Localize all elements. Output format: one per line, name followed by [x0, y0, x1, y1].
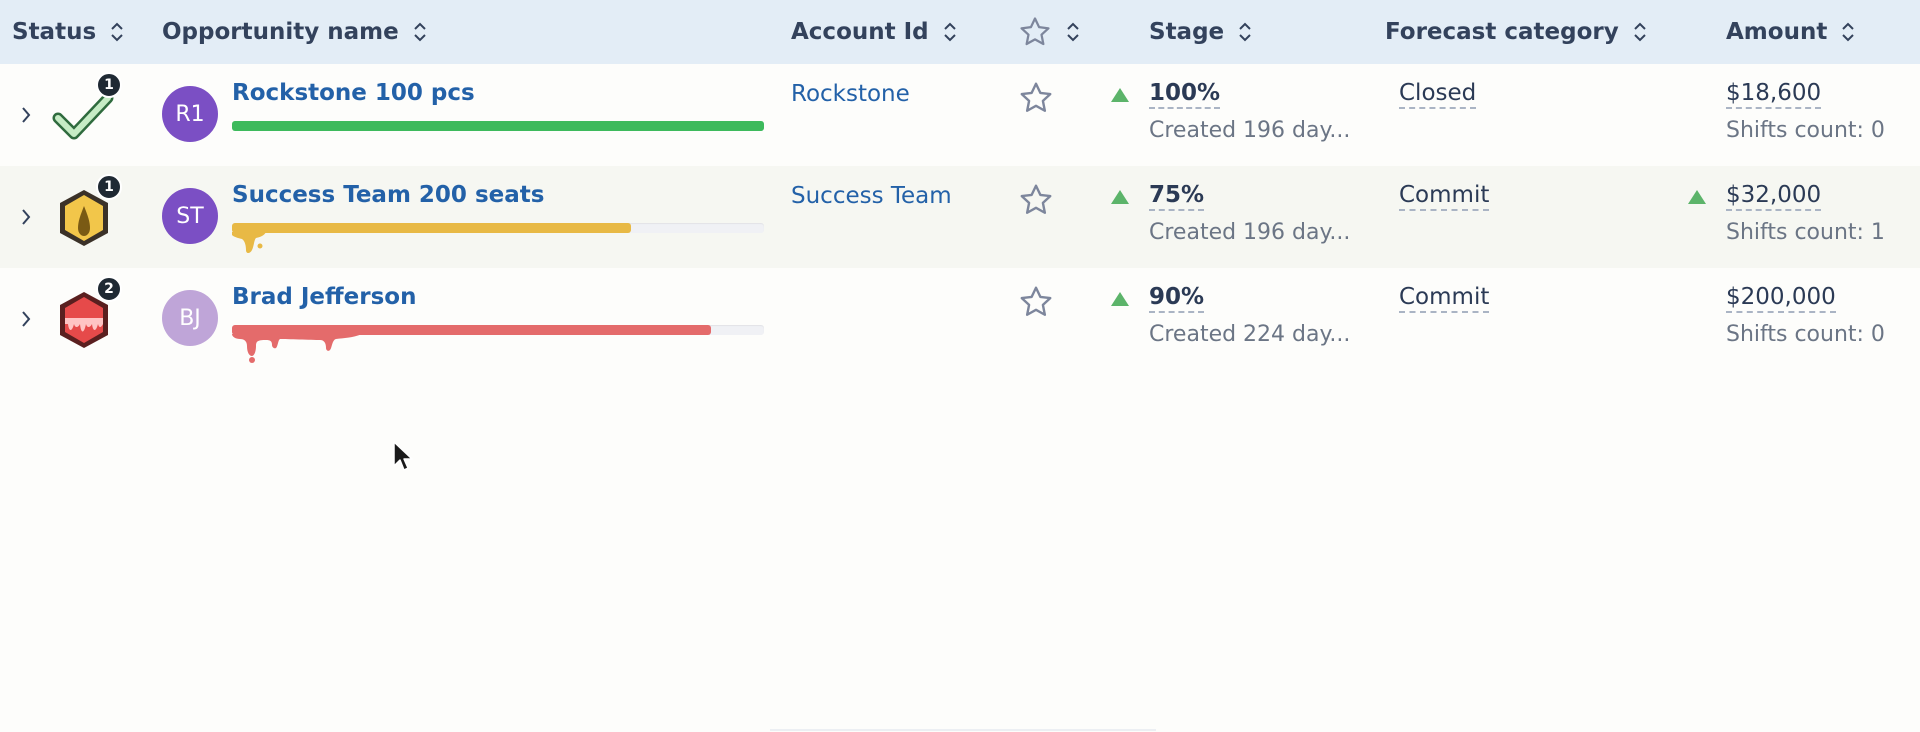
column-header-opportunity-name[interactable]: Opportunity name [162, 0, 427, 64]
chevron-right-icon[interactable] [18, 308, 34, 330]
forecast-category-value[interactable]: Commit [1399, 182, 1490, 211]
stage-value[interactable]: 100% [1149, 80, 1221, 109]
account-link[interactable]: Rockstone [791, 81, 910, 107]
status-count-badge: 1 [96, 72, 122, 98]
opportunities-grid: Status Opportunity name Account Id Stage [0, 0, 1920, 732]
column-header-favorite[interactable] [1018, 0, 1080, 64]
avatar: R1 [162, 86, 218, 142]
avatar-initials: ST [176, 203, 204, 229]
status-count-badge: 2 [96, 276, 122, 302]
stage-value[interactable]: 90% [1149, 284, 1205, 313]
amount-value[interactable]: $200,000 [1726, 284, 1836, 313]
opportunity-name-link[interactable]: Success Team 200 seats [232, 182, 544, 208]
trend-up-icon [1111, 190, 1129, 204]
forecast-category-value[interactable]: Closed [1399, 80, 1477, 109]
avatar: BJ [162, 290, 218, 346]
progress-fill [232, 121, 764, 131]
status-badge[interactable]: 1 [52, 72, 122, 148]
sort-icon[interactable] [413, 20, 427, 44]
column-header-opportunity-name-label: Opportunity name [162, 19, 399, 45]
drip-decoration [232, 334, 362, 363]
chevron-right-icon[interactable] [18, 104, 34, 126]
stage-value[interactable]: 75% [1149, 182, 1205, 211]
column-header-account-id[interactable]: Account Id [791, 0, 957, 64]
shifts-count-text: Shifts count: 0 [1726, 322, 1885, 347]
sort-icon[interactable] [1841, 20, 1855, 44]
star-icon[interactable] [1018, 284, 1054, 320]
column-header-amount-label: Amount [1726, 19, 1828, 45]
shifts-count-text: Shifts count: 0 [1726, 118, 1885, 143]
column-header-status-label: Status [12, 19, 97, 45]
table-row[interactable]: 2 BJ Brad Jefferson 90% Created 224 day.… [0, 268, 1920, 370]
sort-icon[interactable] [943, 20, 957, 44]
created-age-text: Created 196 day... [1149, 118, 1351, 143]
grid-header: Status Opportunity name Account Id Stage [0, 0, 1920, 64]
avatar-initials: BJ [179, 305, 201, 331]
column-header-stage-label: Stage [1149, 19, 1225, 45]
sort-icon[interactable] [1633, 20, 1647, 44]
column-header-stage[interactable]: Stage [1149, 0, 1252, 64]
created-age-text: Created 224 day... [1149, 322, 1351, 347]
opportunity-name-link[interactable]: Rockstone 100 pcs [232, 80, 475, 106]
avatar: ST [162, 188, 218, 244]
amount-value[interactable]: $32,000 [1726, 182, 1822, 211]
star-icon [1020, 17, 1050, 46]
column-header-account-id-label: Account Id [791, 19, 929, 45]
progress-fill [232, 223, 631, 233]
table-row[interactable]: 1 R1 Rockstone 100 pcs Rockstone 100% Cr… [0, 64, 1920, 166]
trend-up-icon [1111, 292, 1129, 306]
trend-up-icon [1688, 190, 1706, 204]
sort-icon[interactable] [1066, 20, 1080, 44]
created-age-text: Created 196 day... [1149, 220, 1351, 245]
avatar-initials: R1 [175, 101, 205, 127]
column-header-status[interactable]: Status [12, 0, 124, 64]
table-row[interactable]: 1 ST Success Team 200 seats Success Team… [0, 166, 1920, 268]
status-badge[interactable]: 2 [52, 276, 122, 352]
amount-value[interactable]: $18,600 [1726, 80, 1822, 109]
status-count-badge: 1 [96, 174, 122, 200]
forecast-category-value[interactable]: Commit [1399, 284, 1490, 313]
drip-decoration [232, 232, 266, 253]
column-header-forecast-category[interactable]: Forecast category [1385, 0, 1647, 64]
progress-bar [232, 223, 764, 233]
sort-icon[interactable] [1238, 20, 1252, 44]
progress-bar [232, 121, 764, 131]
chevron-right-icon[interactable] [18, 206, 34, 228]
column-header-amount[interactable]: Amount [1726, 0, 1855, 64]
column-header-forecast-category-label: Forecast category [1385, 19, 1619, 45]
status-badge[interactable]: 1 [52, 174, 122, 250]
opportunity-name-link[interactable]: Brad Jefferson [232, 284, 416, 310]
mouse-cursor-icon [393, 441, 413, 471]
account-link[interactable]: Success Team [791, 183, 952, 209]
trend-up-icon [1111, 88, 1129, 102]
shifts-count-text: Shifts count: 1 [1726, 220, 1885, 245]
star-icon[interactable] [1018, 80, 1054, 116]
scroll-indicator [770, 729, 1156, 731]
star-icon[interactable] [1018, 182, 1054, 218]
sort-icon[interactable] [110, 20, 124, 44]
